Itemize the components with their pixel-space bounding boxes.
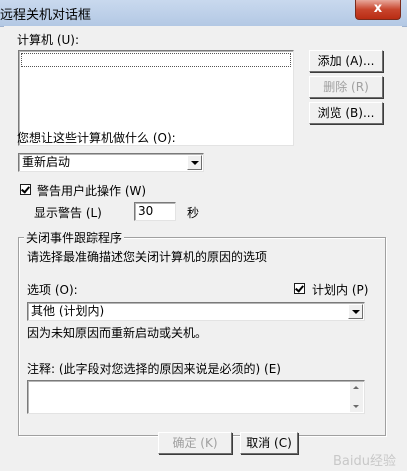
- scroll-up-icon[interactable]: [353, 386, 359, 389]
- planned-checkbox[interactable]: [294, 283, 305, 294]
- seconds-input[interactable]: 30: [134, 202, 176, 221]
- action-selected: 重新启动: [22, 155, 71, 169]
- instruction-text: 请选择最准确描述您关闭计算机的原因的选项: [27, 250, 268, 264]
- title-bar: 远程关机对话框 x: [0, 0, 407, 27]
- options-label: 选项 (O):: [27, 283, 78, 297]
- delete-button[interactable]: 删除 (R): [309, 76, 383, 98]
- action-select[interactable]: 重新启动: [18, 153, 204, 172]
- focus-rect: [21, 53, 291, 67]
- ok-button[interactable]: 确定 (K): [158, 432, 232, 454]
- planned-label: 计划内 (P): [312, 283, 369, 297]
- action-label: 您想让这些计算机做什么 (O):: [17, 131, 176, 145]
- scroll-down-icon[interactable]: [353, 405, 359, 408]
- seconds-unit: 秒: [187, 206, 200, 220]
- chevron-down-icon[interactable]: [348, 304, 363, 319]
- reason-description: 因为未知原因而重新启动或关机。: [27, 326, 208, 340]
- display-warning-label: 显示警告 (L): [34, 206, 102, 220]
- warn-checkbox[interactable]: [20, 184, 31, 195]
- reason-selected: 其他 (计划内): [31, 304, 105, 318]
- comment-scrollbar[interactable]: [350, 382, 363, 412]
- window-title: 远程关机对话框: [0, 8, 92, 23]
- add-button[interactable]: 添加 (A)...: [309, 50, 383, 72]
- group-title: 关闭事件跟踪程序: [24, 229, 125, 246]
- watermark: Baidu经验: [333, 454, 396, 469]
- dialog-body: 计算机 (U): 添加 (A)... 删除 (R) 浏览 (B)... 您想让这…: [4, 26, 402, 471]
- browse-button[interactable]: 浏览 (B)...: [309, 102, 383, 124]
- warn-checkbox-label: 警告用户此操作 (W): [37, 184, 147, 198]
- comment-label: 注释: (此字段对您选择的原因来说是必须的) (E): [27, 362, 281, 376]
- close-button[interactable]: x: [355, 0, 401, 20]
- close-icon: x: [373, 1, 383, 16]
- computers-label: 计算机 (U):: [17, 33, 80, 47]
- cancel-button[interactable]: 取消 (C): [240, 432, 298, 454]
- reason-select[interactable]: 其他 (计划内): [27, 302, 365, 321]
- seconds-value: 30: [138, 204, 154, 218]
- comment-textarea[interactable]: [27, 380, 365, 414]
- chevron-down-icon[interactable]: [187, 155, 202, 170]
